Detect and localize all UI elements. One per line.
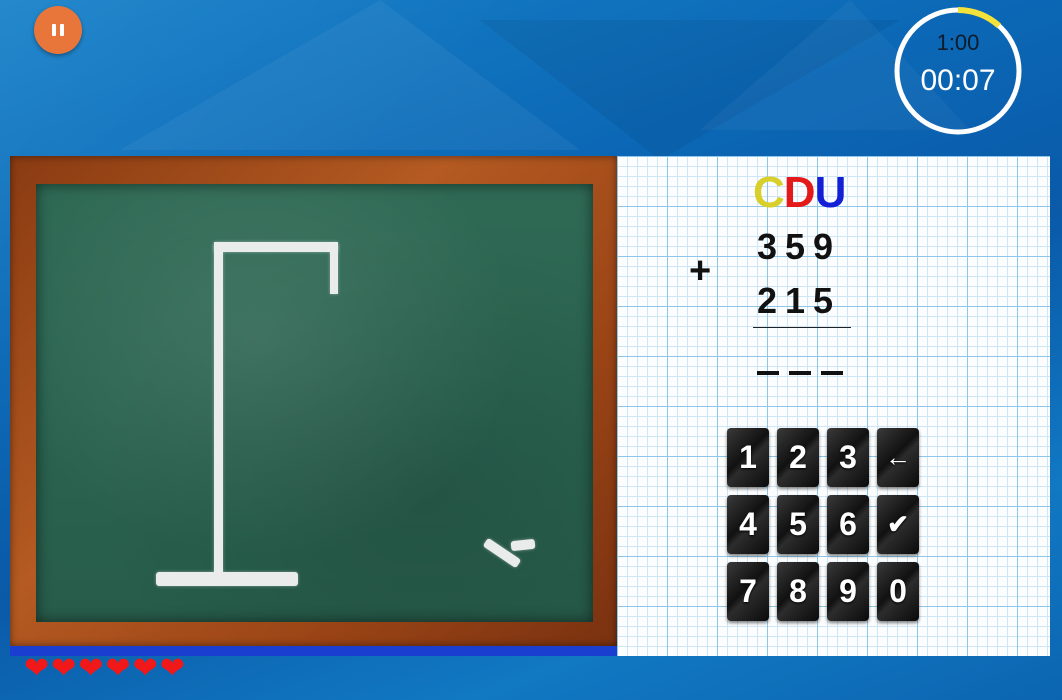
heart-icon: ❤ <box>105 652 131 685</box>
units-label: U <box>814 168 847 217</box>
key-2[interactable]: 2 <box>777 428 819 487</box>
number-keypad: 1 2 3 ← 4 5 6 ✔ 7 8 9 0 <box>727 428 919 621</box>
heart-icon: ❤ <box>159 652 185 685</box>
gallows-base <box>156 572 298 586</box>
tens-label: D <box>783 168 816 217</box>
place-value-labels: CDU <box>753 168 847 218</box>
key-8[interactable]: 8 <box>777 562 819 621</box>
key-9[interactable]: 9 <box>827 562 869 621</box>
chalkboard-surface <box>36 184 593 622</box>
key-1[interactable]: 1 <box>727 428 769 487</box>
backspace-key[interactable]: ← <box>877 428 919 487</box>
answer-digit-hundreds[interactable] <box>757 371 779 375</box>
gallows-post <box>214 244 223 580</box>
addend-2: 215 <box>757 280 842 321</box>
key-5[interactable]: 5 <box>777 495 819 554</box>
gallows-beam <box>214 242 338 252</box>
key-7[interactable]: 7 <box>727 562 769 621</box>
gallows-rope <box>330 244 338 294</box>
heart-icon: ❤ <box>24 652 50 685</box>
key-0[interactable]: 0 <box>877 562 919 621</box>
chalkboard <box>10 156 617 646</box>
answer-digit-tens[interactable] <box>789 371 811 375</box>
time-limit: 1:00 <box>936 30 980 55</box>
elapsed-time: 00:07 <box>920 64 996 97</box>
lives-hearts: ❤ ❤ ❤ ❤ ❤ ❤ <box>24 654 185 684</box>
key-6[interactable]: 6 <box>827 495 869 554</box>
heart-icon: ❤ <box>132 652 158 685</box>
heart-icon: ❤ <box>51 652 77 685</box>
pause-button[interactable] <box>34 6 82 54</box>
operator-sign: + <box>689 250 712 292</box>
countdown-timer: 1:00 00:07 <box>893 6 1023 136</box>
submit-key[interactable]: ✔ <box>877 495 919 554</box>
heart-icon: ❤ <box>78 652 104 685</box>
answer-blanks[interactable] <box>757 351 843 375</box>
answer-digit-units[interactable] <box>821 371 843 375</box>
key-4[interactable]: 4 <box>727 495 769 554</box>
pause-icon <box>52 24 56 36</box>
hundreds-label: C <box>753 168 785 217</box>
key-3[interactable]: 3 <box>827 428 869 487</box>
addend-1: 359 <box>757 226 842 267</box>
graph-paper-panel: CDU + 359 215 1 2 3 ← 4 5 6 ✔ 7 8 9 0 <box>617 156 1050 656</box>
sum-line <box>753 327 851 328</box>
